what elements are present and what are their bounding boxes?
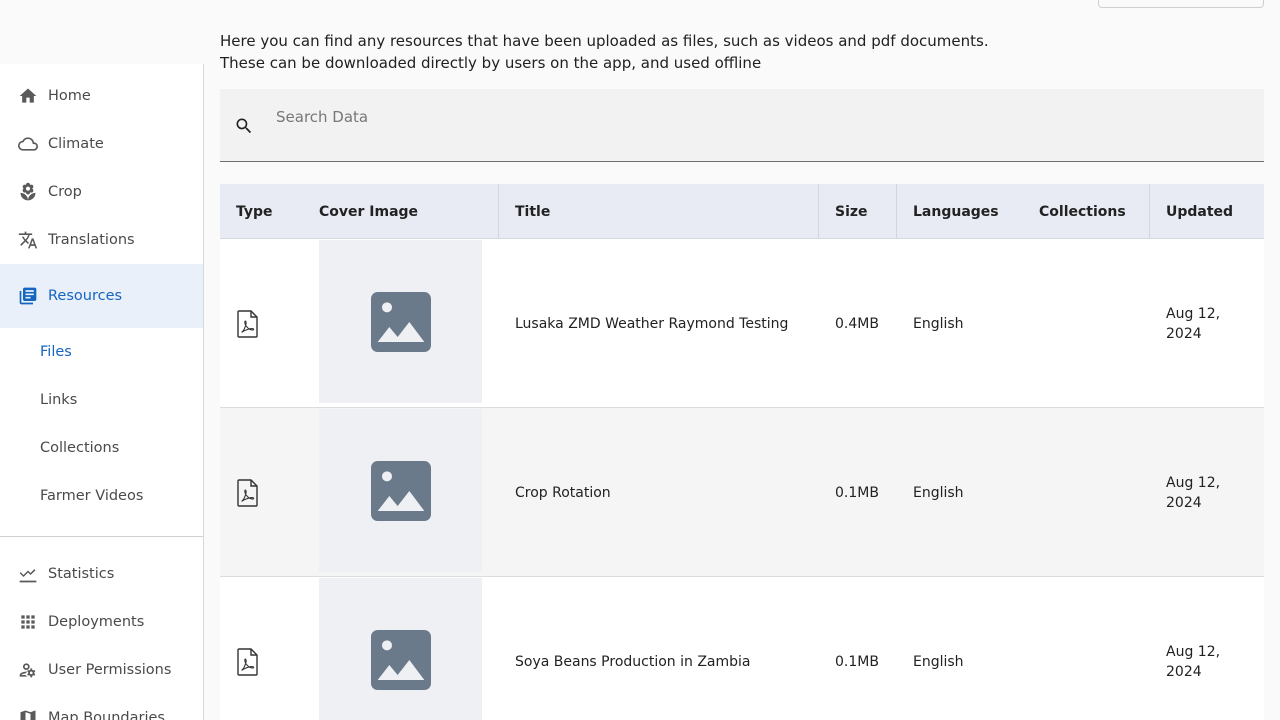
description-line-2: These can be downloaded directly by user… (220, 54, 762, 72)
sidebar-item-deployments[interactable]: Deployments (0, 598, 203, 646)
languages-cell: English (913, 315, 964, 332)
type-cell (220, 408, 303, 577)
sidebar-subitem-label: Farmer Videos (40, 488, 144, 504)
sidebar-subitem-collections[interactable]: Collections (0, 424, 203, 472)
title-cell[interactable]: Crop Rotation (499, 408, 819, 577)
grid-icon (18, 612, 38, 632)
updated-cell: Aug 12, 2024 (1150, 408, 1248, 577)
collections-cell (1023, 408, 1150, 577)
column-header-updated[interactable]: Updated (1150, 184, 1264, 239)
page-description: Here you can find any resources that hav… (220, 30, 1120, 74)
sidebar-item-label: Crop (48, 184, 82, 200)
column-header-languages[interactable]: Languages (897, 184, 1023, 239)
description-line-1: Here you can find any resources that hav… (220, 32, 989, 50)
user-gear-icon (18, 660, 38, 680)
sidebar-item-translations[interactable]: Translations (0, 216, 203, 264)
sidebar-item-resources[interactable]: Resources (0, 264, 203, 328)
sidebar-subitem-files[interactable]: Files (0, 328, 203, 376)
sidebar-item-climate[interactable]: Climate (0, 120, 203, 168)
updated-year: 2024 (1166, 494, 1202, 511)
image-placeholder-icon (370, 460, 431, 521)
column-header-type[interactable]: Type (220, 184, 303, 239)
sidebar-item-label: Translations (48, 232, 135, 248)
search-input[interactable] (276, 103, 1236, 131)
sidebar-item-label: Deployments (48, 614, 145, 630)
table-header: Type Cover Image Title Size Languages Co… (220, 184, 1264, 239)
size-cell: 0.1MB (835, 484, 879, 501)
column-header-collections[interactable]: Collections (1023, 184, 1150, 239)
sidebar-item-label: User Permissions (48, 662, 172, 678)
home-icon (18, 86, 38, 106)
sidebar: Home Climate Crop Translations Resources… (0, 64, 204, 720)
sidebar-item-label: Statistics (48, 566, 115, 582)
size-cell: 0.4MB (835, 315, 879, 332)
chart-line-icon (18, 564, 38, 584)
type-cell (220, 239, 303, 408)
image-placeholder-icon (370, 291, 431, 352)
page: Home Climate Crop Translations Resources… (0, 0, 1280, 720)
size-cell: 0.1MB (835, 653, 879, 670)
sidebar-divider (0, 536, 203, 537)
sidebar-item-label: Home (48, 88, 91, 104)
pdf-file-icon (236, 478, 260, 507)
sidebar-subitem-farmer-videos[interactable]: Farmer Videos (0, 472, 203, 520)
translate-icon (18, 230, 38, 250)
pdf-file-icon (236, 309, 260, 338)
cloud-icon (18, 134, 38, 154)
sidebar-item-crop[interactable]: Crop (0, 168, 203, 216)
updated-date: Aug 12, (1166, 474, 1221, 491)
cover-image-placeholder (319, 578, 482, 720)
table-row[interactable]: Soya Beans Production in Zambia 0.1MB En… (220, 577, 1264, 720)
updated-cell: Aug 12, 2024 (1150, 577, 1248, 720)
search-icon (234, 116, 254, 136)
cover-image-placeholder (319, 240, 482, 403)
sprout-icon (18, 182, 38, 202)
cover-image-placeholder (319, 409, 482, 572)
updated-year: 2024 (1166, 663, 1202, 680)
top-dropdown[interactable] (1098, 0, 1264, 8)
sidebar-item-map-boundaries[interactable]: Map Boundaries (0, 694, 203, 720)
sidebar-subitem-links[interactable]: Links (0, 376, 203, 424)
collections-cell (1023, 239, 1150, 408)
column-header-cover-image[interactable]: Cover Image (303, 184, 499, 239)
library-books-icon (18, 286, 38, 306)
sidebar-item-user-permissions[interactable]: User Permissions (0, 646, 203, 694)
column-header-size[interactable]: Size (819, 184, 897, 239)
sidebar-item-statistics[interactable]: Statistics (0, 550, 203, 598)
column-header-title[interactable]: Title (499, 184, 819, 239)
languages-cell: English (913, 653, 964, 670)
pdf-file-icon (236, 647, 260, 676)
collections-cell (1023, 577, 1150, 720)
image-placeholder-icon (370, 629, 431, 690)
table-row[interactable]: Crop Rotation 0.1MB English Aug 12, 2024 (220, 408, 1264, 577)
table-row[interactable]: Lusaka ZMD Weather Raymond Testing 0.4MB… (220, 239, 1264, 408)
sidebar-item-label: Climate (48, 136, 104, 152)
map-icon (18, 708, 38, 720)
title-cell[interactable]: Soya Beans Production in Zambia (499, 577, 819, 720)
title-cell[interactable]: Lusaka ZMD Weather Raymond Testing (499, 239, 819, 408)
sidebar-item-label: Map Boundaries (48, 710, 165, 720)
updated-date: Aug 12, (1166, 305, 1221, 322)
type-cell (220, 577, 303, 720)
updated-year: 2024 (1166, 325, 1202, 342)
sidebar-item-label: Resources (48, 288, 123, 304)
resources-table: Type Cover Image Title Size Languages Co… (220, 184, 1264, 720)
sidebar-subitem-label: Collections (40, 440, 120, 456)
sidebar-subitem-label: Files (40, 344, 72, 360)
sidebar-subitem-label: Links (40, 392, 78, 408)
updated-cell: Aug 12, 2024 (1150, 239, 1248, 408)
updated-date: Aug 12, (1166, 643, 1221, 660)
languages-cell: English (913, 484, 964, 501)
search-bar (220, 89, 1264, 162)
sidebar-item-home[interactable]: Home (0, 72, 203, 120)
